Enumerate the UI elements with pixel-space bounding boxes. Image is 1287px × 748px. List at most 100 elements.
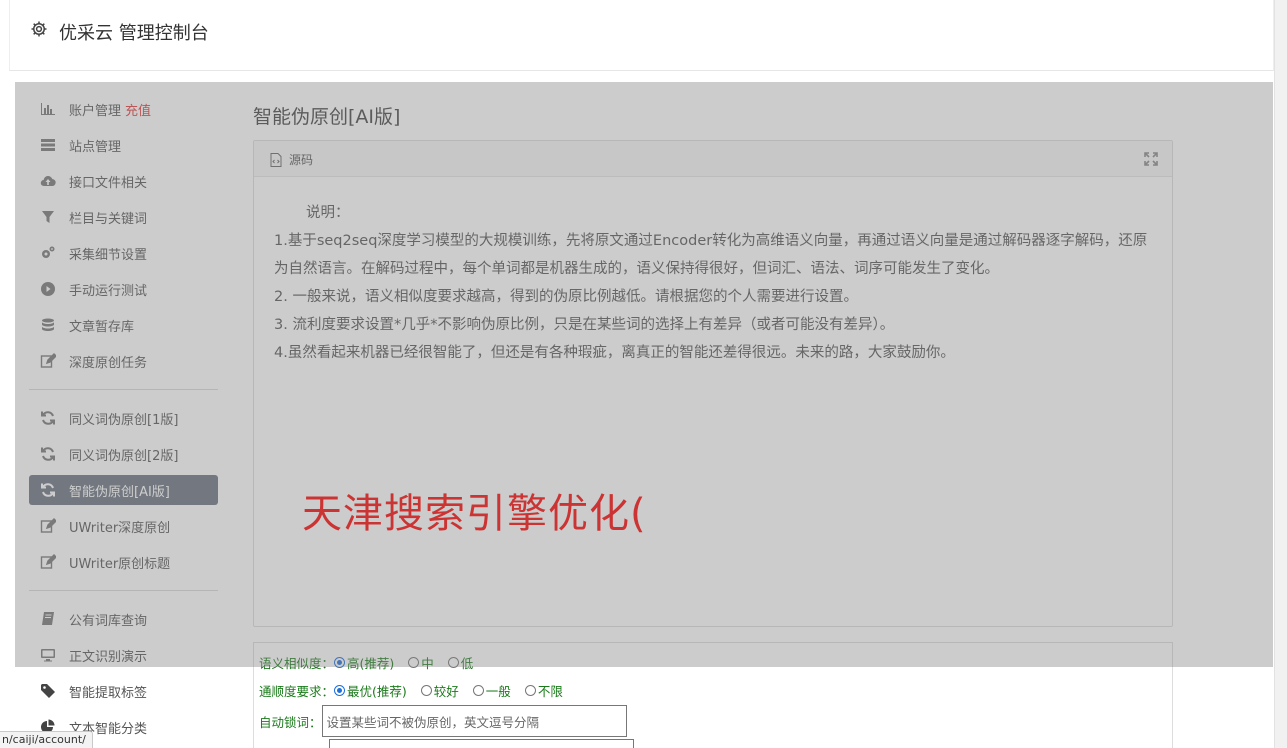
sidebar-item-label: 账户管理 [69,103,122,119]
sidebar-item-columns-keywords[interactable]: 栏目与关键词 [29,202,218,232]
server-icon [39,137,57,153]
sidebar-item-label: 栏目与关键词 [69,211,148,227]
book-icon [39,611,57,627]
description-line: 1.基于seq2seq深度学习模型的大规模训练，先将原文通过Encoder转化为… [274,233,1148,277]
sidebar-item-synonym-v2[interactable]: 同义词伪原创[2版] [29,439,218,469]
sidebar-item-uwriter-deep[interactable]: UWriter深度原创 [29,511,218,541]
sidebar-item-deep-original-task[interactable]: 深度原创任务 [29,346,218,376]
cogs-icon [39,245,57,261]
radio-label: 较好 [433,684,459,699]
sidebar-item-synonym-v1[interactable]: 同义词伪原创[1版] [29,403,218,433]
tag-icon [39,683,57,699]
edit-icon [39,353,57,369]
page-title: 智能伪原创[AI版] [253,106,401,128]
sidebar-item-label: 接口文件相关 [69,175,148,191]
description-line: 3. 流利度要求设置*几乎*不影响伪原比例，只是在某些词的选择上有差异（或者可能… [274,317,895,333]
fluency-radio-best[interactable]: 最优(推荐) [334,681,407,700]
sidebar-item-text-recognition[interactable]: 正文识别演示 [29,640,218,670]
sidebar-item-label: 同义词伪原创[1版] [69,412,179,428]
radio-dot [472,685,484,696]
description-line: 2. 一般来说，语义相似度要求越高，得到的伪原比例越低。请根据您的个人需要进行设… [274,289,858,305]
panel-header: 源码 [254,141,1172,177]
page: 优采云 管理控制台 账户管理 充值 站点管理 接口文件相关 栏目与关键词 采集细… [0,0,1287,748]
sidebar-item-label: 深度原创任务 [69,355,148,371]
source-panel: 源码 说明： 1.基于seq2seq深度学习模型的大规模训练，先将原文通过Enc… [253,140,1173,627]
edit-icon [39,554,57,570]
refresh-icon [39,446,57,462]
sidebar-item-label: 智能伪原创[AI版] [69,484,170,500]
panel-title: 源码 [289,153,314,167]
cloud-upload-icon [39,173,57,189]
fluency-row: 通顺度要求： 最优(推荐) 较好 一般 不限 [259,681,577,700]
sidebar-item-public-lexicon[interactable]: 公有词库查询 [29,604,218,634]
sidebar-item-sites[interactable]: 站点管理 [29,130,218,160]
sidebar-item-label: UWriter深度原创 [69,520,171,536]
panel-body: 说明： 1.基于seq2seq深度学习模型的大规模训练，先将原文通过Encode… [254,177,1172,367]
refresh-icon [39,410,57,426]
intro-text: 说明： [306,205,350,221]
monitor-icon [39,647,57,663]
sidebar-item-account[interactable]: 账户管理 充值 [29,94,218,124]
sidebar-item-manual-run[interactable]: 手动运行测试 [29,274,218,304]
radio-label: 中 [421,656,434,671]
similarity-radio-medium[interactable]: 中 [408,653,434,672]
expand-icon[interactable] [1144,152,1158,166]
description-line: 4.虽然看起来机器已经很智能了，但还是有各种瑕疵，离真正的智能还差得很远。未来的… [274,345,955,361]
app-title: 优采云 管理控制台 [59,23,209,44]
lock-words-placeholder: 设置某些词不被伪原创，英文逗号分隔 [326,714,540,730]
sidebar: 账户管理 充值 站点管理 接口文件相关 栏目与关键词 采集细节设置 手动运行测试… [15,82,237,748]
sidebar-item-article-store[interactable]: 文章暂存库 [29,310,218,340]
similarity-row: 语义相似度： 高(推荐) 中 低 [259,653,487,672]
radio-dot [420,685,432,696]
radio-dot [447,657,459,668]
edit-icon [39,518,57,534]
similarity-radio-high[interactable]: 高(推荐) [334,653,394,672]
radio-label: 不限 [537,684,563,699]
radio-dot [408,657,420,668]
fluency-radio-unlimited[interactable]: 不限 [524,681,563,700]
top-header: 优采云 管理控制台 [9,0,1274,71]
refresh-icon [39,482,57,498]
file-code-icon [270,153,282,167]
radio-dot [334,657,346,668]
sidebar-item-ai-rewrite[interactable]: 智能伪原创[AI版] [29,475,218,505]
sidebar-item-collect-settings[interactable]: 采集细节设置 [29,238,218,268]
lock-words-input[interactable]: 设置某些词不被伪原创，英文逗号分隔 [321,705,627,737]
database-icon [39,317,57,333]
fluency-radio-good[interactable]: 较好 [420,681,459,700]
scrollbar[interactable] [1274,0,1287,748]
sidebar-item-label: 智能提取标签 [69,685,148,701]
filter-icon [39,209,57,225]
sidebar-item-uwriter-title[interactable]: UWriter原创标题 [29,547,218,577]
sidebar-item-label: 公有词库查询 [69,613,148,629]
sidebar-item-label: 手动运行测试 [69,283,148,299]
recharge-link[interactable]: 充值 [125,100,151,119]
radio-label: 一般 [485,684,511,699]
similarity-radio-low[interactable]: 低 [447,653,474,672]
fluency-radio-normal[interactable]: 一般 [472,681,511,700]
sidebar-item-label: 站点管理 [69,139,122,155]
main-content: 智能伪原创[AI版] 源码 说明： 1.基于seq2seq深度学习模型的大规模训… [237,82,1273,748]
sidebar-item-interface-files[interactable]: 接口文件相关 [29,166,218,196]
sidebar-item-label: UWriter原创标题 [69,556,171,572]
radio-dot [524,685,536,696]
play-circle-icon [39,281,57,297]
sidebar-divider [29,389,218,390]
gear-icon [31,21,47,37]
radio-label: 低 [460,656,474,671]
radio-dot [334,685,346,696]
radio-label: 高(推荐) [347,656,395,671]
fluency-label: 通顺度要求： [259,684,335,699]
lock-words-textarea[interactable] [329,739,634,748]
sidebar-item-label: 正文识别演示 [69,649,148,665]
sidebar-item-label: 采集细节设置 [69,247,148,263]
status-url-bar: n/caiji/account/ [0,731,93,748]
lock-words-label: 自动锁词： [259,714,322,730]
radio-label: 最优(推荐) [347,684,407,699]
watermark-text: 天津搜索引擎优化( [302,491,647,537]
settings-form: 语义相似度： 高(推荐) 中 低 通顺度要求： 最优(推荐) 较好 一般 不限 … [253,642,1173,748]
sidebar-item-label: 文章暂存库 [69,319,135,335]
bar-chart-icon [39,101,57,117]
lock-words-row: 自动锁词： 设置某些词不被伪原创，英文逗号分隔 [259,705,627,737]
sidebar-item-smart-tags[interactable]: 智能提取标签 [29,676,218,706]
